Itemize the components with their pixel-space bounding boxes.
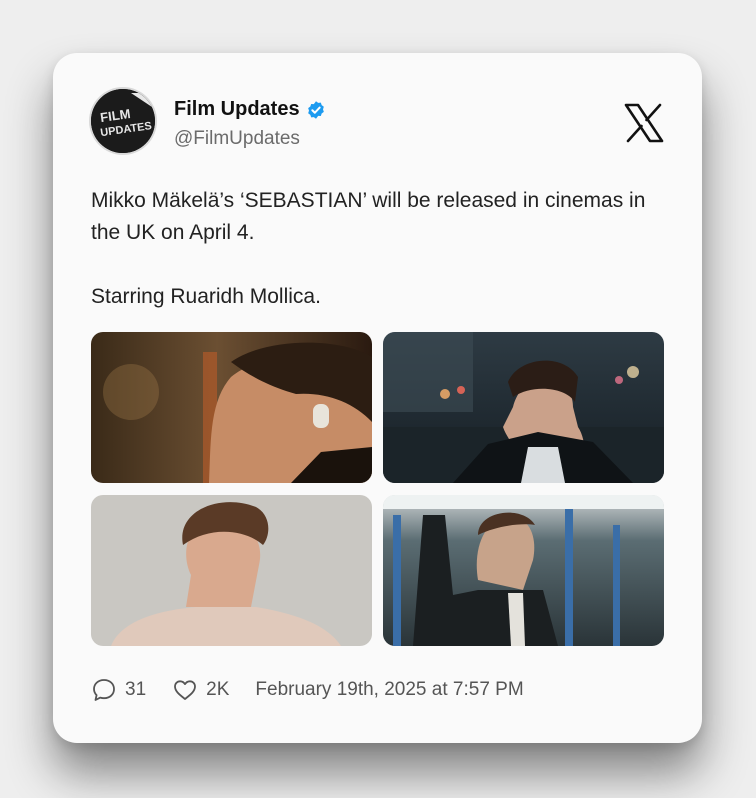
tweet-paragraph-release: Mikko Mäkelä’s ‘SEBASTIAN’ will be relea… — [91, 189, 646, 244]
verified-badge-icon — [307, 100, 324, 119]
tweet-text: Mikko Mäkelä’s ‘SEBASTIAN’ will be relea… — [91, 185, 651, 313]
reply-icon[interactable] — [91, 677, 117, 703]
reply-count: 31 — [125, 679, 147, 700]
name-row: Film Updates — [174, 98, 326, 121]
media-photo-3[interactable] — [91, 495, 372, 646]
media-photo-4[interactable] — [383, 495, 664, 646]
tweet-footer: 31 2K February 19th, 2025 at 7:57 PM — [91, 677, 524, 703]
heart-icon[interactable] — [172, 677, 198, 703]
like-count: 2K — [206, 679, 230, 700]
avatar[interactable]: FILM UPDATES — [91, 89, 155, 153]
media-grid — [91, 332, 664, 646]
handle[interactable]: @FilmUpdates — [174, 128, 300, 150]
avatar-logo-icon: FILM UPDATES — [91, 89, 155, 153]
tweet-paragraph-starring: Starring Ruaridh Mollica. — [91, 285, 321, 308]
x-logo-icon[interactable] — [624, 103, 664, 143]
tweet-card: FILM UPDATES Film Updates @FilmUpdates M… — [53, 53, 702, 743]
media-photo-1[interactable] — [91, 332, 372, 483]
timestamp[interactable]: February 19th, 2025 at 7:57 PM — [255, 679, 523, 701]
display-name[interactable]: Film Updates — [174, 98, 300, 121]
media-photo-2[interactable] — [383, 332, 664, 483]
